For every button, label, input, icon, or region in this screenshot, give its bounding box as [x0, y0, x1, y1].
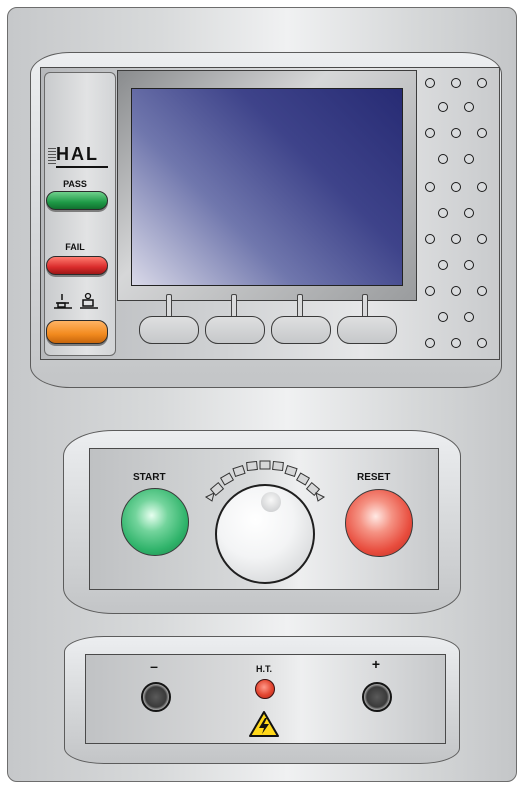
knob-indicator	[261, 492, 281, 512]
vent-hole	[438, 312, 448, 322]
lcd-screen	[131, 88, 403, 286]
status-strip	[44, 72, 116, 356]
test-mode-icon	[54, 292, 98, 309]
minus-button[interactable]	[141, 682, 171, 712]
hal-logo: HAL	[46, 144, 112, 166]
start-label: START	[133, 472, 166, 483]
fail-label: FAIL	[65, 242, 85, 252]
vent-hole	[451, 338, 461, 348]
ht-indicator-led	[255, 679, 275, 699]
softkey-4[interactable]	[337, 316, 397, 344]
vent-hole	[425, 128, 435, 138]
vent-hole	[438, 208, 448, 218]
vent-hole	[477, 338, 487, 348]
vent-hole	[477, 286, 487, 296]
softkey-1[interactable]	[139, 316, 199, 344]
vent-hole	[438, 260, 448, 270]
vent-hole	[425, 78, 435, 88]
softkey-stem	[362, 294, 368, 318]
vent-hole	[451, 286, 461, 296]
ht-label: H.T.	[255, 664, 272, 674]
softkey-stem	[166, 294, 172, 318]
pass-indicator	[46, 191, 108, 210]
start-button[interactable]	[121, 488, 189, 556]
vent-hole	[451, 128, 461, 138]
vent-hole	[425, 182, 435, 192]
vent-hole	[464, 208, 474, 218]
vent-hole	[425, 338, 435, 348]
vent-hole	[425, 234, 435, 244]
vent-hole	[477, 78, 487, 88]
vent-hole	[451, 182, 461, 192]
vent-hole	[477, 234, 487, 244]
fail-indicator	[46, 256, 108, 275]
rotary-knob[interactable]	[215, 484, 315, 584]
vent-hole	[477, 182, 487, 192]
vent-hole	[464, 102, 474, 112]
minus-label: –	[150, 658, 158, 674]
softkey-stem	[297, 294, 303, 318]
reset-button[interactable]	[345, 489, 413, 557]
vent-hole	[464, 260, 474, 270]
softkey-stem	[231, 294, 237, 318]
pass-label: PASS	[63, 179, 87, 189]
vent-hole	[464, 312, 474, 322]
softkey-3[interactable]	[271, 316, 331, 344]
reset-label: RESET	[357, 472, 391, 483]
logo-underline	[56, 166, 108, 168]
high-voltage-warning-icon	[249, 711, 279, 737]
vent-hole	[451, 234, 461, 244]
logo-text: HAL	[56, 144, 99, 164]
vent-hole	[477, 128, 487, 138]
plus-label: +	[371, 656, 381, 672]
mode-button[interactable]	[46, 320, 108, 344]
vent-hole	[438, 154, 448, 164]
vent-hole	[425, 286, 435, 296]
vent-hole	[464, 154, 474, 164]
vent-hole	[451, 78, 461, 88]
softkey-2[interactable]	[205, 316, 265, 344]
vent-hole	[438, 102, 448, 112]
plus-button[interactable]	[362, 682, 392, 712]
